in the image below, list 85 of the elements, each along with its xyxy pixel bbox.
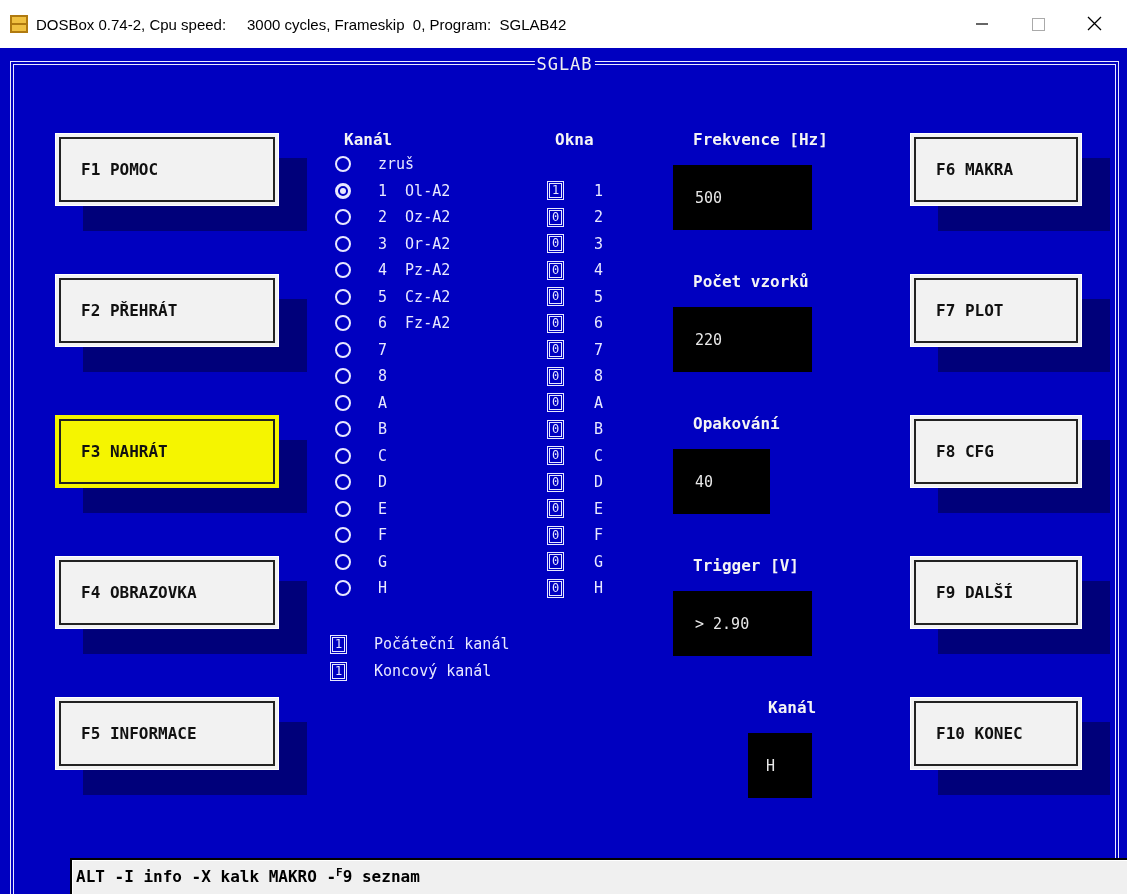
radio-button[interactable] [335,368,351,385]
input-field[interactable]: 40 [673,449,770,514]
channel-label: 6 Fz-A2 [378,314,451,333]
radio-button[interactable] [335,500,351,517]
value-box[interactable]: 1 [330,634,347,654]
window-label: E [594,499,604,518]
channel-label: 7 [378,340,388,359]
input-field[interactable]: > 2.90 [673,591,812,656]
channel-label: zruš [378,155,415,174]
radio-button[interactable] [335,447,351,464]
channel-label: B [378,420,388,439]
window-label: 1 [594,181,604,200]
window-label: D [594,473,604,492]
column-header: Kanál [343,129,394,151]
window-label: C [594,446,604,465]
radio-button[interactable] [335,235,351,252]
value-box[interactable]: 0 [547,313,564,333]
channel-label: C [378,446,388,465]
channel-label: 2 Oz-A2 [378,208,451,227]
value-box[interactable]: 0 [547,287,564,307]
value-box[interactable]: 0 [547,366,564,386]
value-box[interactable]: 0 [547,419,564,439]
window-label: G [594,552,604,571]
value-box[interactable]: 0 [547,499,564,519]
radio-button[interactable] [335,394,351,411]
window-label: 6 [594,314,604,333]
channel-label: F [378,526,388,545]
range-label: Počáteční kanál [374,635,510,653]
radio-button[interactable] [335,209,351,226]
input-field[interactable]: 500 [673,165,812,230]
channel-label: 3 Or-A2 [378,234,451,253]
channel-label: A [378,393,388,412]
channel-label: 4 Pz-A2 [378,261,451,280]
channel-label: 8 [378,367,388,386]
window-title: DOSBox 0.74-2, Cpu speed: 3000 cycles, Frameskip 0, Program: SGLAB42 [36,15,568,33]
channel-label: 5 Cz-A2 [378,287,451,306]
window-label: F [594,526,604,545]
status-bar: ALT -I info -X kalk MAKRO -$^{F}$9 seznam [70,858,1127,894]
radio-button[interactable] [335,421,351,438]
channel-label: D [378,473,388,492]
value-box[interactable]: 1 [330,661,347,681]
field-label: Opakování [692,413,781,435]
value-box[interactable]: 1 [547,181,564,201]
radio-button[interactable] [335,315,351,332]
radio-button[interactable] [335,474,351,491]
value-box[interactable]: 0 [547,472,564,492]
channel-label: E [378,499,388,518]
field-label: Trigger [V] [692,555,800,577]
radio-button[interactable] [335,182,351,199]
value-box[interactable]: 0 [547,260,564,280]
radio-button[interactable] [335,156,351,173]
field-label: Kanál [767,697,818,719]
window-label: 4 [594,261,604,280]
value-box[interactable]: 0 [547,393,564,413]
window-label: 3 [594,234,604,253]
value-box[interactable]: 0 [547,207,564,227]
radio-button[interactable] [335,527,351,544]
input-field[interactable]: 220 [673,307,812,372]
value-box[interactable]: 0 [547,525,564,545]
value-box[interactable]: 0 [547,234,564,254]
channel-label: G [378,552,388,571]
channel-label: 1 Ol-A2 [378,181,451,200]
value-box[interactable]: 0 [547,446,564,466]
window-label: H [594,579,604,598]
channel-label: H [378,579,388,598]
field-label: Počet vzorků [692,271,810,293]
window-label: 5 [594,287,604,306]
field-label: Frekvence [Hz] [692,129,829,151]
window-label: B [594,420,604,439]
value-box[interactable]: 0 [547,578,564,598]
column-header: Okna [554,129,595,151]
window-label: 7 [594,340,604,359]
window-label: A [594,393,604,412]
radio-button[interactable] [335,580,351,597]
window-label: 2 [594,208,604,227]
app-icon [10,15,28,33]
input-field[interactable]: H [748,733,812,798]
radio-button[interactable] [335,262,351,279]
radio-button[interactable] [335,288,351,305]
range-label: Koncový kanál [374,662,492,680]
radio-button[interactable] [335,553,351,570]
value-box[interactable]: 0 [547,552,564,572]
radio-button[interactable] [335,341,351,358]
value-box[interactable]: 0 [547,340,564,360]
window-label: 8 [594,367,604,386]
